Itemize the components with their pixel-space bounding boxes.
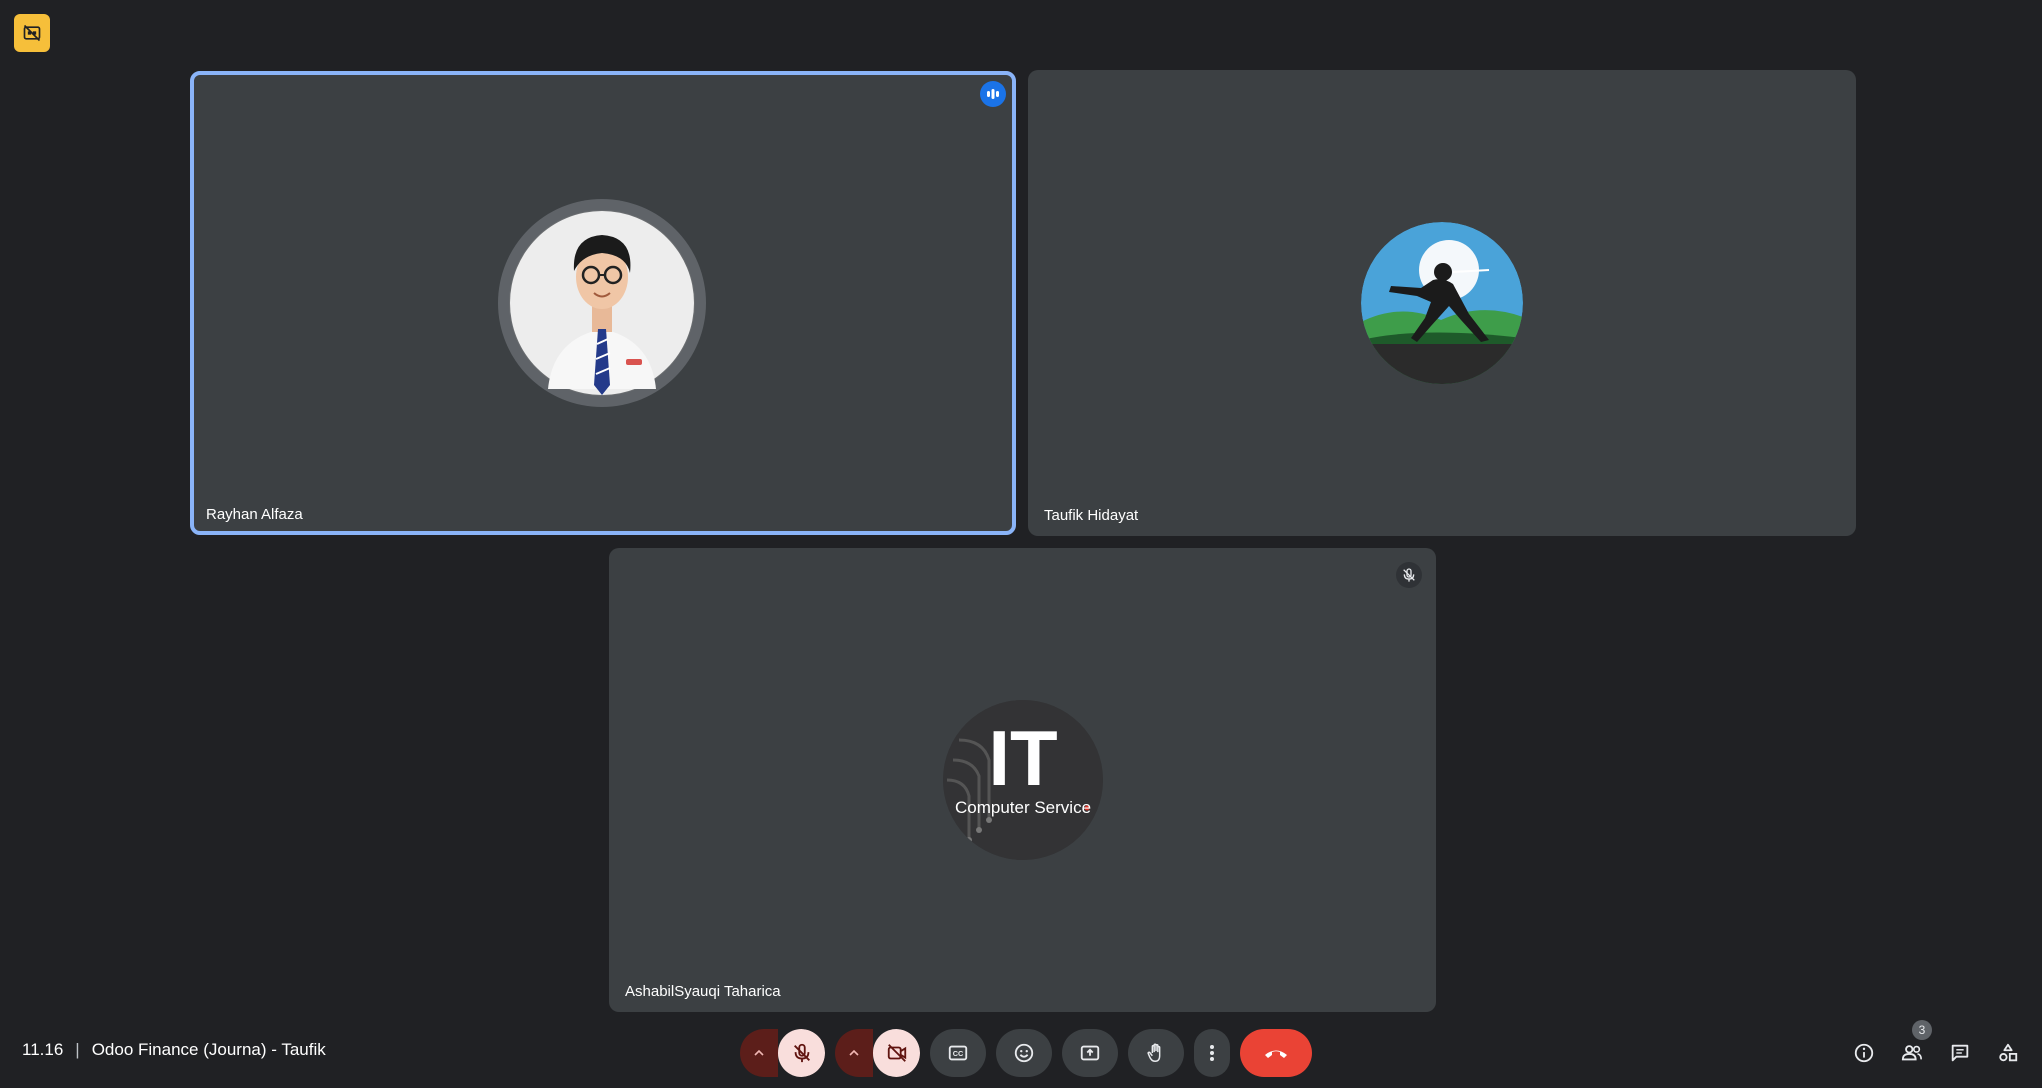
raise-hand-icon: [1147, 1043, 1161, 1062]
participant-name: Rayhan Alfaza: [206, 506, 303, 523]
closed-caption-off-icon: [23, 24, 41, 42]
activities-button[interactable]: [1988, 1036, 2028, 1070]
meeting-separator: |: [75, 1040, 80, 1059]
people-button[interactable]: 3: [1892, 1020, 1932, 1070]
info-icon: [1854, 1043, 1874, 1063]
side-panel-buttons: 3: [1844, 1020, 2028, 1070]
svg-text:CC: CC: [953, 1049, 964, 1058]
mic-off-icon: [793, 1043, 810, 1063]
avatar: [498, 199, 706, 407]
avatar-logo-text: IT: [988, 714, 1058, 802]
mic-control: [740, 1029, 825, 1077]
call-end-icon: [1265, 1050, 1287, 1058]
camera-control: [835, 1029, 920, 1077]
participant-name: Taufik Hidayat: [1044, 507, 1139, 524]
more-vert-icon: [1210, 1045, 1214, 1061]
meeting-title: Odoo Finance (Journa) - Taufik: [91, 1040, 326, 1059]
closed-caption-icon: CC: [948, 1045, 968, 1061]
present-screen-icon: [1080, 1045, 1100, 1061]
captions-button[interactable]: CC: [930, 1029, 986, 1077]
audio-options-button[interactable]: [740, 1029, 778, 1077]
people-count-badge: 3: [1912, 1020, 1932, 1040]
emoji-icon: [1014, 1043, 1034, 1063]
raise-hand-button[interactable]: [1128, 1029, 1184, 1077]
mic-off-icon: [1396, 562, 1422, 588]
videocam-off-icon: [887, 1044, 906, 1062]
chevron-up-icon: [849, 1049, 859, 1056]
mic-toggle-button[interactable]: [778, 1029, 825, 1077]
chevron-up-icon: [754, 1049, 764, 1056]
avatar: [1361, 222, 1523, 384]
avatar: IT Computer Service: [943, 700, 1103, 860]
emoji-button[interactable]: [996, 1029, 1052, 1077]
avatar-logo-subtext: Computer Service: [954, 798, 1092, 817]
people-icon: [1901, 1045, 1922, 1061]
present-button[interactable]: [1062, 1029, 1118, 1077]
more-options-button[interactable]: [1194, 1029, 1230, 1077]
meeting-time: 11.16: [22, 1040, 64, 1059]
activities-icon: [1999, 1043, 2018, 1062]
meeting-details-button[interactable]: [1844, 1036, 1884, 1070]
video-options-button[interactable]: [835, 1029, 873, 1077]
participant-name: AshabilSyauqi Taharica: [625, 983, 781, 1000]
call-controls: CC: [740, 1029, 1312, 1077]
participant-tile-ashabil[interactable]: IT Computer Service AshabilSyauqi Tahari…: [609, 548, 1436, 1012]
participant-tile-rayhan[interactable]: Rayhan Alfaza: [190, 71, 1016, 535]
camera-toggle-button[interactable]: [873, 1029, 920, 1077]
meet-stage: Rayhan Alfaza Taufik Hidayat IT Computer…: [0, 0, 2042, 1088]
meeting-info: 11.16 | Odoo Finance (Journa) - Taufik: [22, 1040, 326, 1060]
participant-tile-taufik[interactable]: Taufik Hidayat: [1028, 70, 1856, 536]
end-call-button[interactable]: [1240, 1029, 1312, 1077]
chat-icon: [1951, 1044, 1969, 1062]
recording-badge[interactable]: [14, 14, 50, 52]
chat-button[interactable]: [1940, 1036, 1980, 1070]
speaking-indicator-icon: [980, 81, 1006, 107]
